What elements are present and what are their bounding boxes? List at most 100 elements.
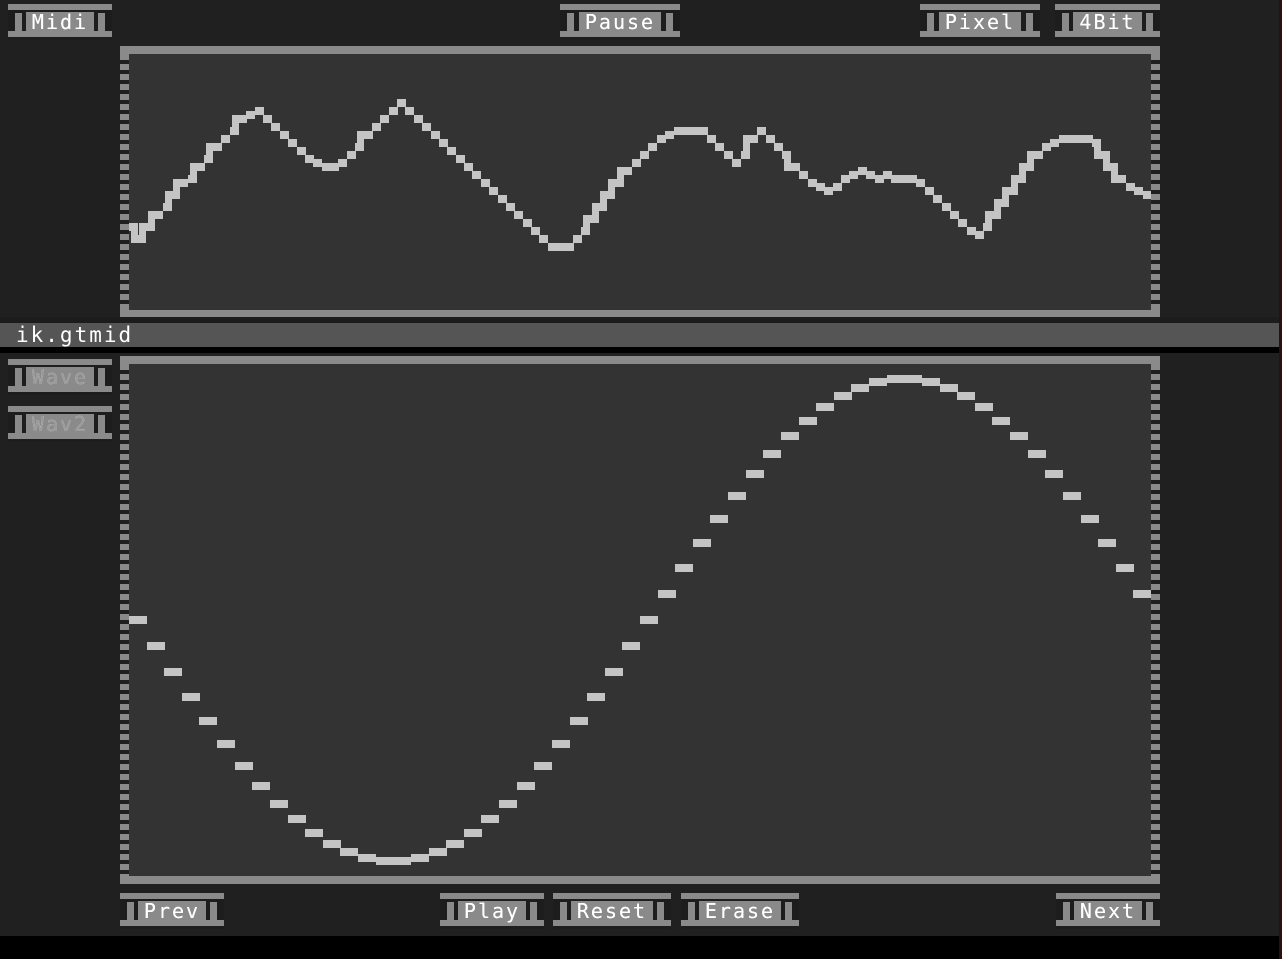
waveform-segment [431, 131, 440, 139]
erase-button[interactable]: Erase [681, 893, 799, 929]
wave-sample-block [1028, 450, 1046, 458]
wave-sample-block [164, 668, 182, 676]
waveform-segment [1067, 135, 1076, 143]
waveform-segment [690, 127, 699, 135]
reset-button[interactable]: Reset [553, 893, 671, 929]
wave-sample-block [957, 392, 975, 400]
waveform-segment [799, 171, 808, 179]
wave-sample-block [834, 392, 852, 400]
waveform-segment [665, 131, 674, 139]
wave-sample-block [1063, 492, 1081, 500]
pause-button[interactable]: Pause [560, 4, 680, 40]
wave-sample-block [464, 829, 482, 837]
wave-sample-block [693, 539, 711, 547]
waveform-segment [916, 179, 925, 187]
waveform-segment [263, 115, 272, 123]
waveform-segment [623, 167, 632, 175]
waveform-connector [1002, 187, 1009, 207]
wave-sample-block [587, 693, 605, 701]
wave-editor-panel[interactable] [120, 356, 1160, 884]
wave-sample-block [728, 492, 746, 500]
wave-sample-block [904, 375, 922, 383]
play-button[interactable]: Play [440, 893, 544, 929]
wave-sample-block [799, 417, 817, 425]
waveform-segment [749, 135, 758, 143]
waveform-segment [313, 159, 322, 167]
waveform-segment [464, 163, 473, 171]
wave-sample-block [270, 800, 288, 808]
waveform-segment [732, 159, 741, 167]
waveform-segment [389, 107, 398, 115]
waveform-segment [514, 211, 523, 219]
wave-sample-block [763, 450, 781, 458]
waveform-segment [757, 127, 766, 135]
sidebar-item-wav2[interactable]: Wav2 [8, 406, 112, 442]
prev-button[interactable]: Prev [120, 893, 224, 929]
wave-sample-block [288, 815, 306, 823]
waveform-segment [715, 143, 724, 151]
wave-sample-block [851, 384, 869, 392]
panel-left-rail [120, 54, 129, 310]
prev-button-label: Prev [137, 901, 207, 921]
wave-sample-block [499, 800, 517, 808]
waveform-segment [456, 155, 465, 163]
waveform-connector [139, 223, 146, 243]
waveform-segment [221, 135, 230, 143]
wave-sample-block [1116, 564, 1134, 572]
midi-waveform-canvas[interactable] [129, 55, 1151, 309]
wave-sample-block [675, 564, 693, 572]
panel-top-rail [120, 46, 1160, 54]
wave-sample-block [1081, 515, 1099, 523]
wave-sample-block [975, 403, 993, 411]
midi-button[interactable]: Midi [8, 4, 112, 40]
sidebar-item-wave[interactable]: Wave [8, 359, 112, 395]
wave-sample-block [869, 378, 887, 386]
wave-sample-block [605, 668, 623, 676]
wave-editor-canvas[interactable] [129, 365, 1151, 875]
bit-depth-button[interactable]: 4Bit [1055, 4, 1160, 40]
filename-bar[interactable]: ik.gtmid [0, 323, 1282, 347]
waveform-segment [489, 187, 498, 195]
waveform-segment [824, 187, 833, 195]
waveform-segment [774, 143, 783, 151]
wave-sample-block [129, 616, 147, 624]
waveform-segment [958, 219, 967, 227]
waveform-segment [498, 195, 507, 203]
bottom-black-band [0, 936, 1282, 959]
wave-sample-block [446, 840, 464, 848]
wave-sample-block [199, 717, 217, 725]
wave-sample-block [517, 782, 535, 790]
waveform-segment [866, 171, 875, 179]
wave-sample-block [481, 815, 499, 823]
waveform-segment [439, 139, 448, 147]
waveform-segment [724, 151, 733, 159]
waveform-segment [246, 111, 255, 119]
waveform-segment [933, 195, 942, 203]
waveform-segment [280, 131, 289, 139]
midi-waveform-panel[interactable] [120, 46, 1160, 318]
filename-separator-bottom [0, 347, 1282, 353]
wave-sample-block [887, 375, 905, 383]
waveform-segment [766, 135, 775, 143]
wave-sample-block [235, 762, 253, 770]
waveform-segment [632, 159, 641, 167]
waveform-segment [891, 175, 900, 183]
wave-sample-block [429, 848, 447, 856]
reset-button-label: Reset [570, 901, 654, 921]
waveform-segment [347, 151, 356, 159]
waveform-segment [640, 151, 649, 159]
waveform-segment [154, 211, 163, 219]
wave-sample-block [182, 693, 200, 701]
wave-sample-block [534, 762, 552, 770]
wave-sample-block [746, 470, 764, 478]
wave-sample-block [781, 432, 799, 440]
waveform-segment [833, 183, 842, 191]
sidebar-item-wav2-label: Wav2 [25, 414, 95, 434]
pixel-button[interactable]: Pixel [920, 4, 1040, 40]
next-button[interactable]: Next [1056, 893, 1160, 929]
waveform-connector [985, 211, 992, 231]
waveform-segment [271, 123, 280, 131]
wave-sample-block [411, 854, 429, 862]
filename-text: ik.gtmid [16, 323, 134, 347]
wave-panel-left-rail [120, 364, 129, 876]
